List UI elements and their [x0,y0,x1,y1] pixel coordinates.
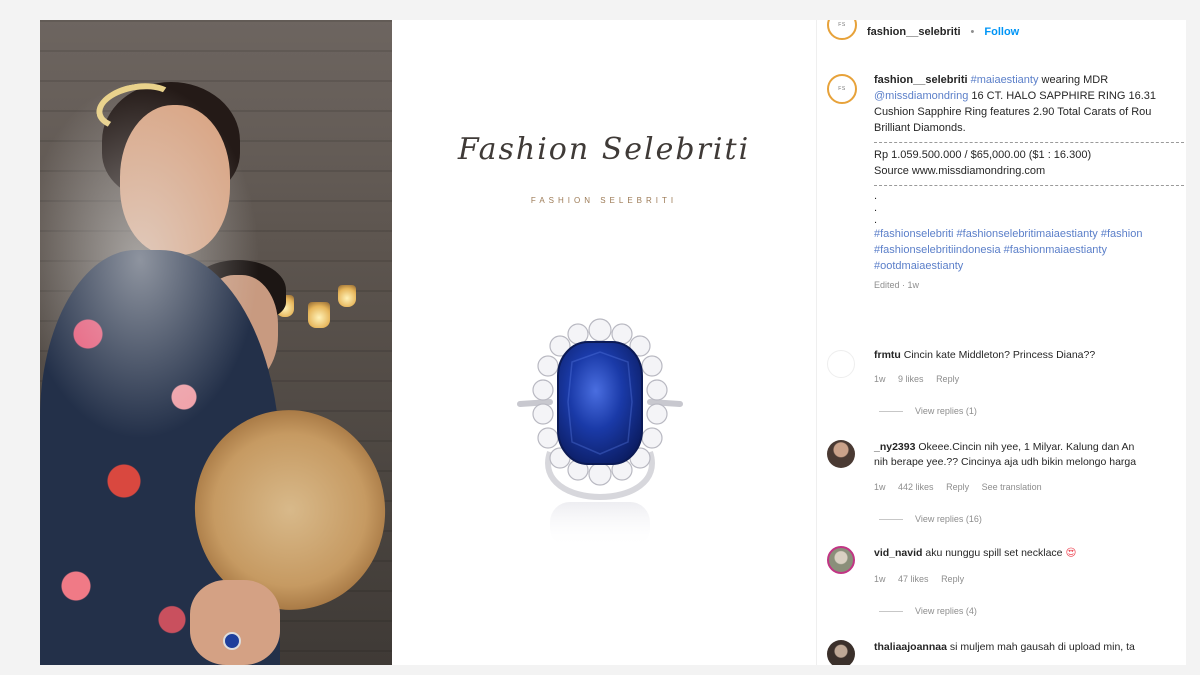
ring-reflection [550,502,650,548]
avatar-logo-icon: FS [838,86,846,92]
comment-body: vid_navid aku nunggu spill set necklace … [874,546,1186,561]
hashtags-line[interactable]: #fashionselebritiindonesia #fashionmaiae… [874,242,1186,258]
post-header: FS fashion__selebriti • Follow [827,20,1019,44]
header-username[interactable]: fashion__selebriti [867,26,961,38]
commenter-avatar[interactable] [827,350,855,378]
caption-text-part: wearing MDR [1038,74,1109,86]
commenter-avatar[interactable] [827,440,855,468]
sapphire-stone [557,341,643,465]
comment-likes[interactable]: 47 likes [898,574,929,584]
lamp-light [338,285,356,307]
price-line: Rp 1.059.500.000 / $65,000.00 ($1 : 16.3… [874,149,1092,161]
account-avatar[interactable]: FS [827,20,857,40]
comment-username[interactable]: frmtu [874,349,901,361]
dashed-divider [874,142,1184,143]
avatar-logo-icon: FS [838,22,846,28]
hashtags-line[interactable]: #fashionselebriti #fashionselebritimaiae… [874,226,1186,242]
comment-actions: 1w 9 likes Reply [874,374,969,384]
caption-dot: . [874,190,878,202]
instagram-post: Fashion Selebriti FASHION SELEBRITI FS f… [40,20,1186,665]
comment-text: Cincin kate Middleton? Princess Diana?? [900,349,1096,361]
sapphire-ring-worn [223,632,241,650]
edited-timestamp: Edited · 1w [874,280,920,290]
comment-text: aku nunggu spill set necklace [922,547,1066,559]
hashtag-link[interactable]: #maiaestianty [971,74,1039,86]
dashed-divider [874,185,1184,186]
caption-dot: . [874,214,878,226]
comment-username[interactable]: thaliaajoannaa [874,641,947,653]
source-line: Source www.missdiamondring.com [874,165,1046,177]
comment-actions: 1w 442 likes Reply See translation [874,482,1052,492]
commenter-avatar[interactable] [827,640,855,665]
view-replies-button[interactable]: View replies (4) [879,606,977,616]
comment-body: _ny2393 Okeee.Cincin nih yee, 1 Milyar. … [874,440,1186,470]
replies-line [879,518,903,520]
replies-line [879,410,903,412]
comment-actions: 1w 47 likes Reply [874,574,974,584]
caption-text: fashion__selebriti #maiaestianty wearing… [874,72,1186,293]
caption-username[interactable]: fashion__selebriti [874,74,968,86]
caption-text-part: 16 CT. HALO SAPPHIRE RING 16.31 [968,90,1156,102]
lamp-light [308,302,330,328]
post-side-panel: FS fashion__selebriti • Follow FS fashio… [816,20,1186,665]
reply-button[interactable]: Reply [946,482,969,492]
mention-link[interactable]: @missdiamondring [874,90,968,102]
reply-button[interactable]: Reply [941,574,964,584]
caption-line: Brilliant Diamonds. [874,122,966,134]
woman-hand [190,580,280,665]
caption-avatar[interactable]: FS [827,74,857,104]
comment-likes[interactable]: 9 likes [898,374,924,384]
celebrity-photo [40,20,392,665]
comment-username[interactable]: vid_navid [874,547,922,559]
commenter-avatar[interactable] [827,546,855,574]
brand-script-title: Fashion Selebriti [457,132,751,167]
comment-time: 1w [874,574,886,584]
replies-line [879,610,903,612]
comment-text: Okeee.Cincin nih yee, 1 Milyar. Kalung d… [915,441,1135,453]
comment-body: thaliaajoannaa si muljem mah gausah di u… [874,640,1186,655]
comment-body: frmtu Cincin kate Middleton? Princess Di… [874,348,1186,363]
view-replies-label: View replies (16) [915,514,982,524]
view-replies-label: View replies (4) [915,606,977,616]
ring-graphic: Fashion Selebriti FASHION SELEBRITI [392,20,816,665]
comment-time: 1w [874,482,886,492]
separator-dot: • [970,26,975,38]
see-translation-button[interactable]: See translation [982,482,1042,492]
caption-dot: . [874,202,878,214]
caption-line: Cushion Sapphire Ring features 2.90 Tota… [874,106,1152,118]
follow-button[interactable]: Follow [984,26,1019,38]
comment-time: 1w [874,374,886,384]
reply-button[interactable]: Reply [936,374,959,384]
heart-eyes-emoji-icon: 😍 [1065,547,1077,559]
comment-text: si muljem mah gausah di upload min, ta [946,641,1135,653]
comment-text: nih berape yee.?? Cincinya aja udh bikin… [874,456,1137,468]
view-replies-button[interactable]: View replies (1) [879,406,977,416]
brand-subtitle: FASHION SELEBRITI [530,196,678,205]
comment-username[interactable]: _ny2393 [874,441,915,453]
view-replies-button[interactable]: View replies (16) [879,514,982,524]
hashtags-line[interactable]: #ootdmaiaestianty [874,258,1186,274]
comment-likes[interactable]: 442 likes [898,482,934,492]
view-replies-label: View replies (1) [915,406,977,416]
sapphire-ring-image [517,318,683,548]
